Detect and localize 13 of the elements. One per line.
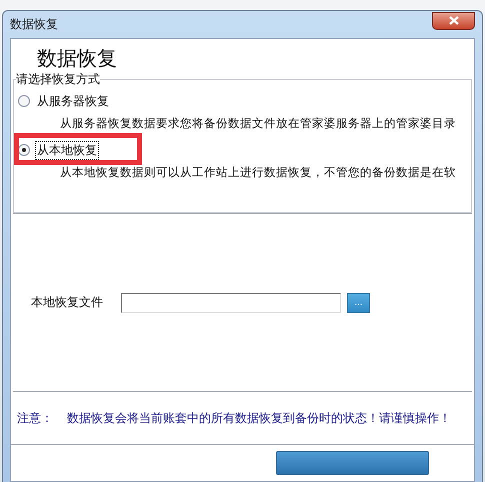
file-path-field[interactable] xyxy=(121,292,341,312)
note-text: 数据恢复会将当前账套中的所有数据恢复到备份时的状态！请谨慎操作！ xyxy=(67,410,451,426)
window-title: 数据恢复 xyxy=(10,16,58,33)
group-label: 请选择恢复方式 xyxy=(16,71,100,88)
radio-option[interactable]: 从服务器恢复 xyxy=(18,92,471,110)
option-description: 从服务器恢复数据要求您将备份数据文件放在管家婆服务器上的管家婆目录 xyxy=(59,116,457,132)
dialog-heading: 数据恢复 xyxy=(36,45,118,71)
close-icon xyxy=(448,16,458,25)
close-button[interactable] xyxy=(432,12,475,30)
note-label: 注意： xyxy=(17,410,53,426)
radio-option[interactable]: 从本地恢复 xyxy=(18,141,471,159)
option-description: 从本地恢复数据则可以从工作站上进行数据恢复，不管您的备份数据是在软 xyxy=(59,165,457,181)
field-label: 本地恢复文件 xyxy=(31,294,103,311)
